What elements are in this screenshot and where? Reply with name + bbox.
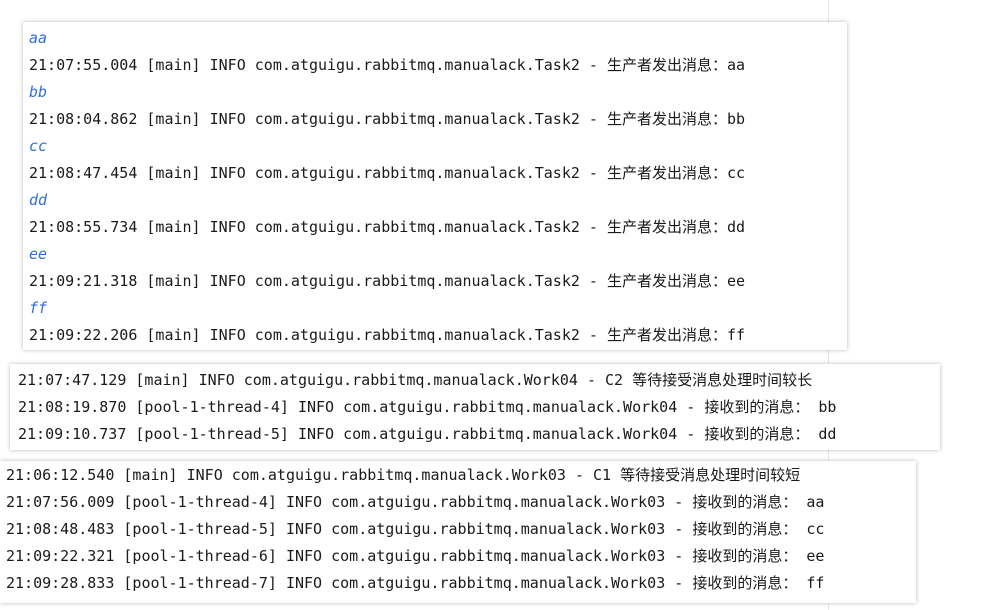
console-log-line: 21:09:28.833 [pool-1-thread-7] INFO com.… — [6, 574, 825, 592]
console-log-line: 21:08:19.870 [pool-1-thread-4] INFO com.… — [18, 398, 837, 416]
console-input-line: ff — [29, 299, 48, 317]
console-log-line: 21:07:55.004 [main] INFO com.atguigu.rab… — [29, 56, 746, 74]
console-log-line: 21:09:22.321 [pool-1-thread-6] INFO com.… — [6, 547, 825, 565]
work04-console-panel[interactable]: 21:07:47.129 [main] INFO com.atguigu.rab… — [10, 364, 940, 450]
console-log-line: 21:06:12.540 [main] INFO com.atguigu.rab… — [6, 466, 801, 484]
console-log-line: 21:09:10.737 [pool-1-thread-5] INFO com.… — [18, 425, 837, 443]
console-log-line: 21:07:47.129 [main] INFO com.atguigu.rab… — [18, 371, 813, 389]
console-input-line: dd — [29, 191, 48, 209]
console-log-line: 21:07:56.009 [pool-1-thread-4] INFO com.… — [6, 493, 825, 511]
console-input-line: bb — [29, 83, 48, 101]
task2-console-panel[interactable]: aa 21:07:55.004 [main] INFO com.atguigu.… — [23, 22, 847, 350]
console-log-line: 21:08:48.483 [pool-1-thread-5] INFO com.… — [6, 520, 825, 538]
console-log-line: 21:08:04.862 [main] INFO com.atguigu.rab… — [29, 110, 746, 128]
work03-console-panel[interactable]: 21:06:12.540 [main] INFO com.atguigu.rab… — [0, 461, 916, 603]
console-log-line: 21:09:22.206 [main] INFO com.atguigu.rab… — [29, 326, 746, 344]
console-input-line: aa — [29, 29, 48, 47]
console-input-line: cc — [29, 137, 48, 155]
console-input-line: ee — [29, 245, 48, 263]
console-log-line: 21:09:21.318 [main] INFO com.atguigu.rab… — [29, 272, 746, 290]
console-log-line: 21:08:55.734 [main] INFO com.atguigu.rab… — [29, 218, 746, 236]
console-log-line: 21:08:47.454 [main] INFO com.atguigu.rab… — [29, 164, 746, 182]
